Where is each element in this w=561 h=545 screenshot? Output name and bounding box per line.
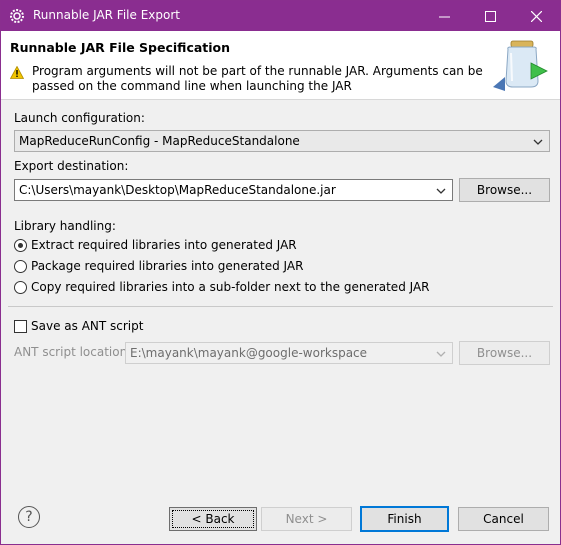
export-browse-button[interactable]: Browse...	[459, 178, 550, 202]
help-button[interactable]: ?	[18, 506, 40, 528]
chevron-down-icon	[436, 188, 446, 194]
close-icon	[530, 10, 542, 22]
window-title: Runnable JAR File Export	[33, 8, 180, 22]
save-ant-script-label[interactable]: Save as ANT script	[31, 319, 143, 333]
finish-button[interactable]: Finish	[360, 506, 449, 532]
launch-configuration-label: Launch configuration:	[14, 111, 145, 125]
ant-script-location-value: E:\mayank\mayank@google-workspace	[130, 346, 368, 360]
wizard-banner: Runnable JAR File Specification Program …	[1, 31, 560, 100]
radio-extract-libraries[interactable]	[14, 239, 27, 252]
section-divider	[8, 306, 553, 307]
radio-copy-libraries-label[interactable]: Copy required libraries into a sub-folde…	[31, 280, 430, 294]
ant-script-location-label: ANT script location:	[14, 345, 132, 359]
export-dialog: Runnable JAR File Export Runnable JAR Fi…	[0, 0, 561, 545]
maximize-button[interactable]	[467, 1, 513, 31]
page-title: Runnable JAR File Specification	[10, 40, 231, 55]
title-bar[interactable]: Runnable JAR File Export	[1, 1, 560, 31]
ant-script-location-input[interactable]: E:\mayank\mayank@google-workspace	[125, 342, 453, 364]
cancel-button[interactable]: Cancel	[458, 507, 549, 531]
back-button[interactable]: < Back	[169, 507, 257, 531]
chevron-down-icon	[533, 139, 543, 145]
close-button[interactable]	[513, 1, 559, 31]
minimize-icon	[438, 16, 450, 17]
export-destination-label: Export destination:	[14, 159, 129, 173]
export-destination-value: C:\Users\mayank\Desktop\MapReduceStandal…	[19, 183, 336, 197]
banner-message: Program arguments will not be part of th…	[32, 64, 483, 93]
launch-configuration-value: MapReduceRunConfig - MapReduceStandalone	[19, 134, 300, 148]
radio-copy-libraries[interactable]	[14, 281, 27, 294]
chevron-down-icon	[436, 351, 446, 357]
launch-configuration-select[interactable]: MapReduceRunConfig - MapReduceStandalone	[14, 130, 550, 152]
ant-browse-button[interactable]: Browse...	[459, 341, 550, 365]
radio-extract-libraries-label[interactable]: Extract required libraries into generate…	[31, 238, 297, 252]
minimize-button[interactable]	[421, 1, 467, 31]
maximize-icon	[484, 10, 496, 22]
radio-package-libraries[interactable]	[14, 260, 27, 273]
radio-package-libraries-label[interactable]: Package required libraries into generate…	[31, 259, 303, 273]
eclipse-gear-icon	[10, 9, 24, 23]
save-ant-script-checkbox[interactable]	[14, 320, 27, 333]
warning-triangle-icon	[10, 66, 24, 79]
library-handling-label: Library handling:	[14, 219, 116, 233]
export-destination-input[interactable]: C:\Users\mayank\Desktop\MapReduceStandal…	[14, 179, 453, 201]
next-button[interactable]: Next >	[261, 507, 352, 531]
jar-export-wizard-icon	[493, 40, 548, 91]
